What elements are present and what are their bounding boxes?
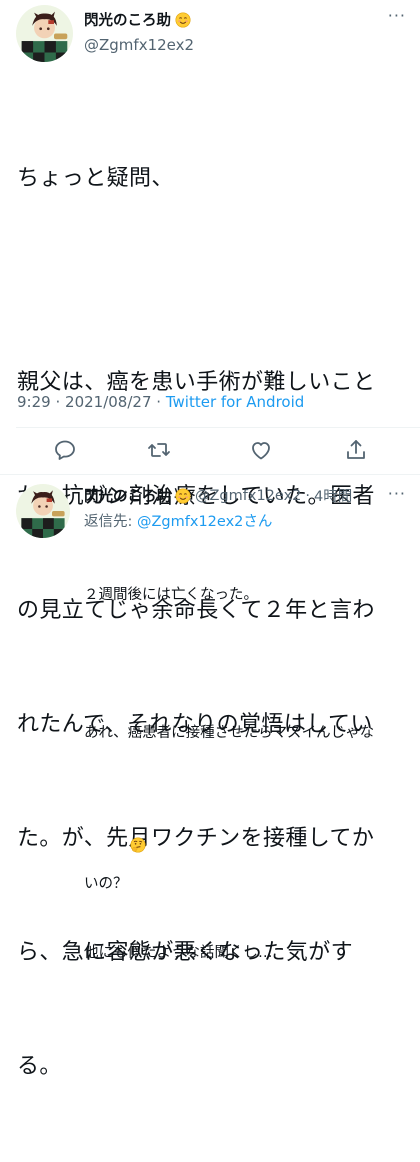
- reply-text-fragment: いの？: [84, 876, 128, 892]
- reply-avatar[interactable]: [16, 484, 70, 538]
- author-name-row[interactable]: 閃光のころ助: [84, 9, 191, 30]
- smiling-face-emoji-icon: [175, 11, 191, 28]
- divider: [16, 427, 420, 428]
- reply-text: ２週間後には亡くなった。 あれ、癌患者に接種させたらマズイんじゃな いの？ 他に…: [84, 538, 404, 988]
- reply-text-line: [84, 653, 404, 676]
- user-handle[interactable]: @Zgmfx12ex2: [84, 36, 194, 54]
- thinking-face-emoji-icon: [129, 791, 146, 853]
- reply-text-line: いの？: [84, 791, 404, 896]
- divider: [0, 474, 420, 475]
- meta-separator: ·: [305, 487, 310, 504]
- tweet-text-line: る。: [17, 1054, 62, 1079]
- tweet-meta: 9:29 · 2021/08/27 · Twitter for Android: [17, 393, 304, 411]
- reply-user-handle[interactable]: @Zgmfx12ex2: [195, 488, 301, 504]
- reply-text-line: あれ、癌患者に接種させたらマズイんじゃな: [84, 725, 375, 741]
- tweet-time[interactable]: 9:29: [17, 393, 51, 411]
- meta-separator: ·: [55, 393, 61, 411]
- tweet-text-line: ちょっと疑問、: [17, 166, 174, 191]
- replying-to-label: 返信先:: [84, 514, 137, 530]
- avatar[interactable]: [16, 5, 73, 62]
- replying-to-mention[interactable]: @Zgmfx12ex2さん: [137, 514, 272, 530]
- replying-to: 返信先: @Zgmfx12ex2さん: [84, 510, 272, 531]
- main-tweet: 閃光のころ助 @Zgmfx12ex2 ··· ちょっと疑問、 親父は、癌を患い手…: [0, 0, 420, 1079]
- reply-time[interactable]: 4時間: [314, 485, 352, 506]
- reply-text-line: 他にも似たような話聞くし…: [84, 945, 273, 961]
- reply-icon[interactable]: [53, 438, 77, 462]
- tweet-source-link[interactable]: Twitter for Android: [166, 393, 304, 411]
- reply-header: 閃光のころ助 @Zgmfx12ex2 · 4時間: [84, 485, 352, 506]
- display-name[interactable]: 閃光のころ助: [84, 9, 171, 30]
- smiling-face-emoji-icon: [175, 487, 191, 504]
- heart-icon[interactable]: [249, 438, 273, 462]
- reply-text-line: ２週間後には亡くなった。: [84, 587, 258, 603]
- tweet-date[interactable]: 2021/08/27: [65, 393, 151, 411]
- reply-display-name[interactable]: 閃光のころ助: [84, 485, 171, 506]
- meta-separator: ·: [156, 393, 162, 411]
- more-options-icon[interactable]: ···: [388, 6, 406, 25]
- tweet-text-line: [17, 274, 407, 288]
- more-options-icon[interactable]: ···: [388, 484, 406, 503]
- tweet-actions: [0, 436, 420, 468]
- retweet-icon[interactable]: [147, 438, 171, 462]
- share-icon[interactable]: [344, 438, 368, 462]
